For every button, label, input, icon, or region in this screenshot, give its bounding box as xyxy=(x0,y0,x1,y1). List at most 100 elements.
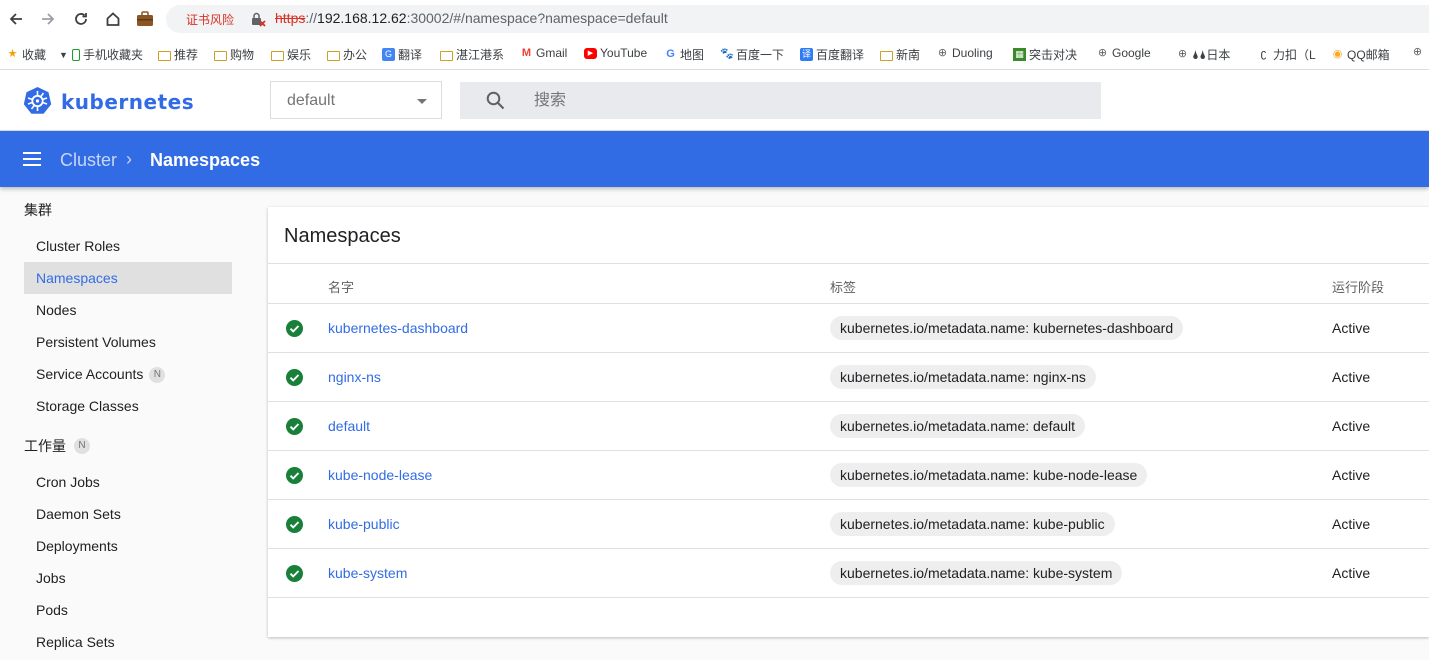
sidebar-item-persistent-volumes[interactable]: Persistent Volumes xyxy=(24,326,232,358)
new-badge: N xyxy=(149,367,166,384)
search-icon xyxy=(486,91,505,115)
bookmark-more[interactable]: ⊕ xyxy=(1411,46,1424,59)
namespace-link[interactable]: kubernetes-dashboard xyxy=(328,320,468,336)
youtube-icon: ▶ xyxy=(584,47,597,59)
bookmark-recommend[interactable]: 推荐 xyxy=(158,46,198,63)
check-circle-icon xyxy=(286,516,303,533)
bookmark-baidu-translate[interactable]: 译百度翻译 xyxy=(800,46,864,63)
table-row: kube-system kubernetes.io/metadata.name:… xyxy=(268,549,1429,598)
sidebar-item-storage-classes[interactable]: Storage Classes xyxy=(24,390,232,422)
sidebar-item-label: Pods xyxy=(36,602,68,618)
home-icon[interactable] xyxy=(102,8,124,30)
sidebar-item-cluster-roles[interactable]: Cluster Roles xyxy=(24,230,232,262)
namespace-select[interactable]: default xyxy=(270,81,442,119)
phase-value: Active xyxy=(1332,369,1371,385)
column-header-labels: 标签 xyxy=(830,280,857,295)
bookmark-google[interactable]: ⊕ Google xyxy=(1096,46,1151,60)
sidebar-item-label: Nodes xyxy=(36,302,77,318)
forward-icon[interactable] xyxy=(37,8,59,30)
url-host: 192.168.12.62 xyxy=(317,10,407,26)
sidebar-item-label: Namespaces xyxy=(36,270,118,286)
sidebar-item-nodes[interactable]: Nodes xyxy=(24,294,232,326)
bookmark-game[interactable]: ▦ 突击对决 xyxy=(1013,46,1077,63)
namespace-link[interactable]: kube-public xyxy=(328,516,400,532)
namespace-link[interactable]: nginx-ns xyxy=(328,369,381,385)
bookmark-label: 新南 xyxy=(896,48,921,62)
globe-icon: ⊕ xyxy=(1177,48,1188,60)
sidebar-heading-label: 工作量 xyxy=(24,438,66,454)
bookmark-gmail[interactable]: M Gmail xyxy=(520,46,567,60)
phase-value: Active xyxy=(1332,565,1371,581)
reload-icon[interactable] xyxy=(70,8,92,30)
bookmark-label: Duoling xyxy=(952,46,993,60)
bookmark-baidu[interactable]: 🐾 百度一下 xyxy=(720,46,784,63)
kubernetes-logo-icon[interactable] xyxy=(23,86,52,115)
url-text[interactable]: https://192.168.12.62:30002/#/namespace?… xyxy=(275,10,668,26)
bookmark-label: Google xyxy=(1112,46,1151,60)
namespace-link[interactable]: kube-node-lease xyxy=(328,467,432,483)
namespace-link[interactable]: kube-system xyxy=(328,565,407,581)
bookmark-label: YouTube xyxy=(600,46,648,60)
briefcase-icon[interactable] xyxy=(134,8,156,30)
dropdown-arrow-icon xyxy=(417,99,427,104)
bookmark-xinnan[interactable]: 新南 xyxy=(880,46,920,63)
bookmark-entertainment[interactable]: 娱乐 xyxy=(271,46,311,63)
back-icon[interactable] xyxy=(5,8,27,30)
namespace-select-value: default xyxy=(287,92,336,109)
bookmark-zhanjiang[interactable]: 湛江港系 xyxy=(440,46,504,63)
breadcrumb-current: Namespaces xyxy=(150,150,261,170)
baidu-translate-icon: 译 xyxy=(800,48,813,61)
phase-value: Active xyxy=(1332,467,1371,483)
bookmark-label: 推荐 xyxy=(174,48,199,62)
sidebar-heading-cluster: 集群 xyxy=(24,200,52,220)
hamburger-menu-icon[interactable] xyxy=(23,152,41,166)
globe-icon: ⊕ xyxy=(937,46,948,59)
bookmark-shopping[interactable]: 购物 xyxy=(214,46,254,63)
namespace-link[interactable]: default xyxy=(328,418,370,434)
sidebar-item-namespaces[interactable]: Namespaces xyxy=(24,262,232,294)
search-box[interactable] xyxy=(460,82,1101,119)
bookmark-youtube[interactable]: ▶ YouTube xyxy=(584,46,647,60)
bookmark-qqmail[interactable]: ◉ QQ邮箱 xyxy=(1331,46,1390,63)
folder-icon xyxy=(214,50,227,61)
sidebar-item-service-accounts[interactable]: Service Accounts N xyxy=(24,358,232,390)
sidebar-heading-label: 集群 xyxy=(24,202,52,218)
bookmark-japan[interactable]: ⊕ 🌢🌢日本 xyxy=(1176,46,1231,63)
sidebar-heading-workloads[interactable]: 工作量 N xyxy=(24,436,90,456)
phone-icon xyxy=(72,48,80,61)
bookmark-label: 购物 xyxy=(230,48,255,62)
sidebar-item-label: Storage Classes xyxy=(36,398,139,414)
bookmark-label: 突击对决 xyxy=(1029,48,1078,62)
cert-warning[interactable]: 证书风险 xyxy=(186,11,234,28)
folder-icon xyxy=(271,50,284,61)
search-input[interactable] xyxy=(534,82,1074,119)
sidebar-item-cron-jobs[interactable]: Cron Jobs xyxy=(24,466,232,498)
breadcrumb-cluster[interactable]: Cluster xyxy=(60,150,117,171)
sidebar-item-pods[interactable]: Pods xyxy=(24,594,232,626)
sidebar-item-label: Jobs xyxy=(36,570,66,586)
gmail-icon: M xyxy=(521,46,532,59)
column-header-phase[interactable]: 运行阶段 xyxy=(1332,277,1384,296)
bookmark-favorites[interactable]: ★ 收藏 ▼ xyxy=(6,46,68,63)
bookmark-leetcode[interactable]: ʗ 力扣（L xyxy=(1257,46,1316,63)
bookmark-duolingo[interactable]: ⊕ Duoling xyxy=(936,46,993,60)
column-header-name[interactable]: 名字 xyxy=(328,277,354,296)
sidebar-item-deployments[interactable]: Deployments xyxy=(24,530,232,562)
sidebar-item-jobs[interactable]: Jobs xyxy=(24,562,232,594)
url-path: :30002/#/namespace?namespace=default xyxy=(406,10,668,26)
bookmark-maps[interactable]: G 地图 xyxy=(664,46,704,63)
bookmark-office[interactable]: 办公 xyxy=(327,46,367,63)
sidebar-item-replica-sets[interactable]: Replica Sets xyxy=(24,626,232,658)
check-circle-icon xyxy=(286,467,303,484)
label-chip: kubernetes.io/metadata.name: kube-system xyxy=(830,561,1123,585)
bookmark-label: 地图 xyxy=(680,48,705,62)
sidebar-item-daemon-sets[interactable]: Daemon Sets xyxy=(24,498,232,530)
insecure-lock-icon[interactable] xyxy=(250,11,266,27)
bookmark-translate[interactable]: G 翻译 xyxy=(382,46,422,63)
table-row: default kubernetes.io/metadata.name: def… xyxy=(268,402,1429,451)
translate-icon: G xyxy=(382,48,395,61)
logo-text[interactable]: kubernetes xyxy=(61,90,194,114)
bookmark-phone[interactable]: 手机收藏夹 xyxy=(72,46,143,63)
caret-down-icon: ▼ xyxy=(59,49,68,60)
baidu-icon: 🐾 xyxy=(720,48,734,60)
